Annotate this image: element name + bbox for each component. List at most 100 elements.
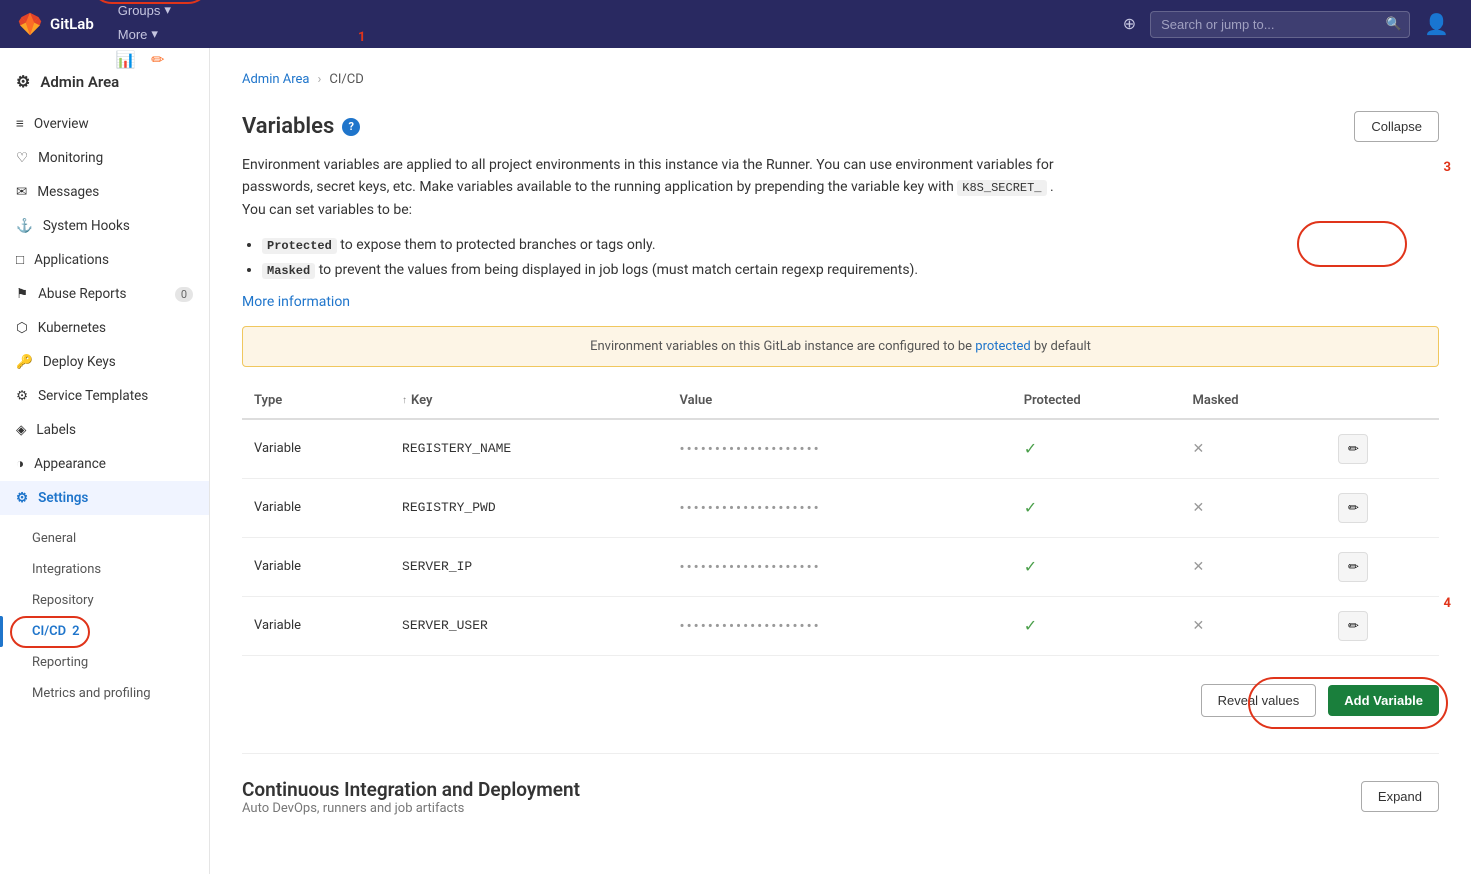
cicd-badge: 2 [72,624,79,639]
cell-key: SERVER_IP [390,537,668,596]
cell-edit: ✏ [1326,596,1439,655]
admin-icon: ⚙ [16,72,30,91]
breadcrumb-admin[interactable]: Admin Area [242,72,310,87]
check-icon: ✓ [1024,498,1037,517]
main-layout: ⚙ Admin Area ≡ Overview ♡ Monitoring ✉ M… [0,48,1471,874]
nav-icons-area: Projects ▾ Groups ▾ More ▾ 📊 ✏ [110,0,184,74]
nav-groups[interactable]: Groups ▾ [110,0,179,22]
cell-value: •••••••••••••••••••• [668,478,1012,537]
variables-description: Environment variables are applied to all… [242,154,1062,221]
table-row: Variable REGISTERY_NAME ••••••••••••••••… [242,419,1439,479]
top-nav: GitLab Projects ▾ Groups ▾ More ▾ 📊 ✏ ⊕ … [0,0,1471,48]
code-masked: Masked [262,263,315,279]
table-row: Variable REGISTRY_PWD ••••••••••••••••••… [242,478,1439,537]
sidebar-item-service-templates[interactable]: ⚙ Service Templates [0,379,209,413]
check-icon: ✓ [1024,557,1037,576]
reveal-values-button[interactable]: Reveal values [1201,684,1317,717]
cell-type: Variable [242,596,390,655]
sidebar-item-deploy-keys[interactable]: 🔑 Deploy Keys [0,345,209,379]
chevron-down-icon: ▾ [151,26,158,42]
add-variable-button[interactable]: Add Variable [1328,685,1439,716]
nav-pencil-icon[interactable]: ✏ [145,46,170,74]
messages-icon: ✉ [16,184,27,200]
main-content: Admin Area › CI/CD Variables ? Collapse … [210,48,1471,874]
sidebar-sub-general[interactable]: General [0,523,209,554]
sidebar-item-messages[interactable]: ✉ Messages [0,175,209,209]
cicd-section-title-area: Continuous Integration and Deployment Au… [242,778,580,816]
cicd-description: Auto DevOps, runners and job artifacts [242,801,580,816]
sidebar-sub-integrations[interactable]: Integrations [0,554,209,585]
col-protected: Protected [1012,383,1181,419]
sidebar-sub-metrics[interactable]: Metrics and profiling [0,678,209,709]
cell-protected: ✓ [1012,596,1181,655]
system-hooks-icon: ⚓ [16,218,33,234]
sidebar-item-labels[interactable]: ◈ Labels [0,413,209,447]
cell-protected: ✓ [1012,537,1181,596]
sidebar-sub-cicd[interactable]: CI/CD 2 2 [0,616,209,647]
chevron-down-icon: ▾ [164,2,171,18]
sidebar-item-appearance[interactable]: ◑ Appearance [0,447,209,481]
sidebar-item-overview[interactable]: ≡ Overview [0,107,209,141]
more-info-link[interactable]: More information [242,294,350,310]
nav-plus-icon[interactable]: ⊕ [1117,10,1142,38]
sidebar-item-kubernetes[interactable]: ⬡ Kubernetes [0,311,209,345]
warning-banner: Environment variables on this GitLab ins… [242,326,1439,367]
cell-protected: ✓ [1012,478,1181,537]
cicd-section-header: Continuous Integration and Deployment Au… [242,778,1439,816]
edit-button[interactable]: ✏ [1338,552,1368,582]
table-header: Type ↑ Key Value Protected Masked [242,383,1439,419]
cell-masked: ✕ [1180,596,1326,655]
nav-more[interactable]: More ▾ [110,22,166,46]
breadcrumb-current: CI/CD [329,72,363,87]
edit-button[interactable]: ✏ [1338,611,1368,641]
sidebar-item-abuse-reports[interactable]: ⚑ Abuse Reports 0 [0,277,209,311]
search-input[interactable] [1150,11,1410,38]
expand-button[interactable]: Expand [1361,781,1439,812]
cell-type: Variable [242,478,390,537]
x-icon: ✕ [1192,559,1204,575]
abuse-reports-icon: ⚑ [16,286,28,302]
cicd-section: Continuous Integration and Deployment Au… [242,753,1439,816]
collapse-button[interactable]: Collapse [1354,111,1439,142]
cell-key: REGISTERY_NAME [390,419,668,479]
cell-value: •••••••••••••••••••• [668,537,1012,596]
cicd-title: Continuous Integration and Deployment [242,778,580,801]
variables-header: Variables ? Collapse [242,111,1439,142]
x-icon: ✕ [1192,618,1204,634]
sort-icon: ↑ [402,395,407,406]
cell-edit: ✏ [1326,419,1439,479]
sidebar-item-monitoring[interactable]: ♡ Monitoring [0,141,209,175]
sidebar-item-settings[interactable]: ⚙ Settings [0,481,209,515]
sidebar-item-system-hooks[interactable]: ⚓ System Hooks [0,209,209,243]
x-icon: ✕ [1192,441,1204,457]
edit-button[interactable]: ✏ [1338,434,1368,464]
cell-edit: ✏ [1326,478,1439,537]
check-icon: ✓ [1024,616,1037,635]
variables-section: Variables ? Collapse Environment variabl… [242,111,1439,729]
cell-value: •••••••••••••••••••• [668,419,1012,479]
cicd-wrapper: CI/CD 2 2 [0,616,209,647]
cell-masked: ✕ [1180,537,1326,596]
breadcrumb: Admin Area › CI/CD [242,72,1439,87]
sidebar: ⚙ Admin Area ≡ Overview ♡ Monitoring ✉ M… [0,48,210,874]
bullet-masked: Masked to prevent the values from being … [262,258,1439,283]
help-icon[interactable]: ? [342,118,360,136]
table-footer: Reveal values Add Variable [242,672,1439,729]
edit-button[interactable]: ✏ [1338,493,1368,523]
protected-link[interactable]: protected [975,339,1030,354]
col-key: ↑ Key [390,383,668,419]
code-protected: Protected [262,238,337,254]
sidebar-sub-reporting[interactable]: Reporting [0,647,209,678]
kubernetes-icon: ⬡ [16,320,28,336]
nav-stats-icon[interactable]: 📊 [110,46,142,74]
nav-user-avatar[interactable]: 👤 [1418,8,1455,41]
sidebar-sub-repository[interactable]: Repository [0,585,209,616]
search-icon: 🔍 [1386,17,1402,32]
nav-logo[interactable]: GitLab [16,10,94,38]
settings-icon: ⚙ [16,490,28,506]
cell-key: SERVER_USER [390,596,668,655]
cell-type: Variable [242,537,390,596]
sidebar-item-applications[interactable]: □ Applications [0,243,209,277]
nav-logo-text: GitLab [50,15,94,33]
col-value: Value [668,383,1012,419]
